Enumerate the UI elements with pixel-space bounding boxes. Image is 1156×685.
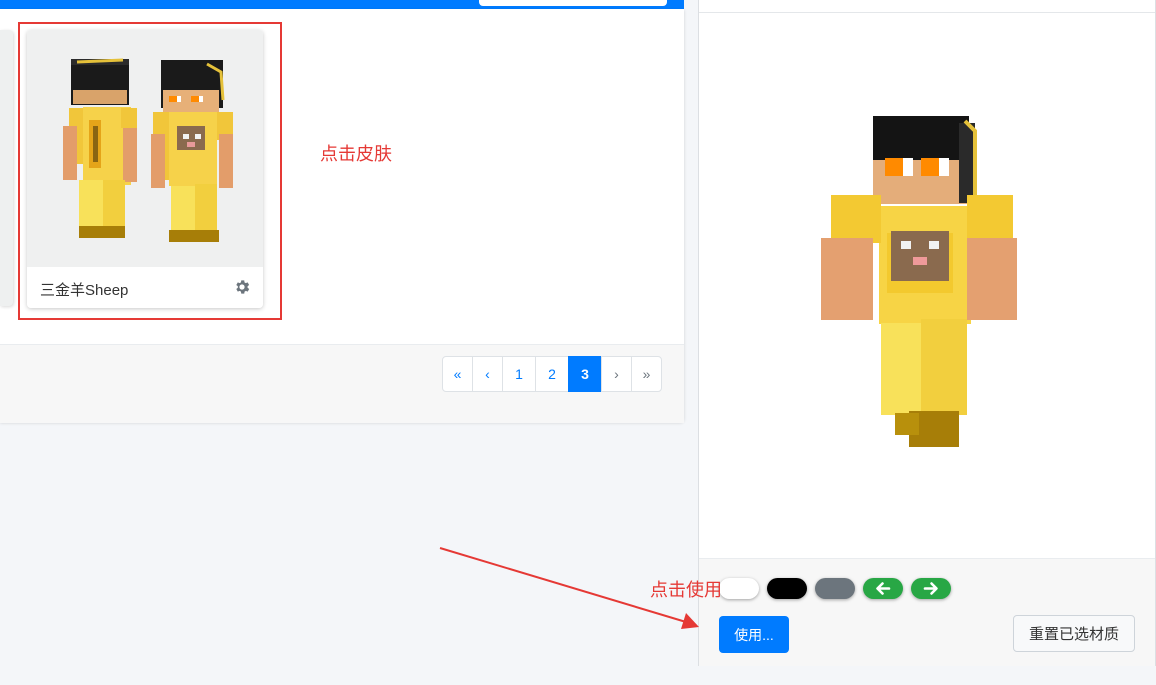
annotation-click-use: 点击使用 bbox=[650, 580, 722, 600]
arrow-right-icon bbox=[923, 582, 938, 595]
annotation-click-skin: 点击皮肤 bbox=[320, 144, 392, 164]
page-last-button[interactable]: » bbox=[631, 356, 662, 392]
arrow-left-icon bbox=[876, 582, 891, 595]
white-background-button[interactable] bbox=[719, 578, 759, 599]
page-3-button[interactable]: 3 bbox=[568, 356, 602, 392]
search-input[interactable] bbox=[479, 0, 667, 6]
skin-preview-panel bbox=[698, 0, 1156, 666]
page-first-button[interactable]: « bbox=[442, 356, 473, 392]
page-next-button[interactable]: › bbox=[601, 356, 632, 392]
page-1-button[interactable]: 1 bbox=[502, 356, 536, 392]
gray-background-button[interactable] bbox=[815, 578, 855, 599]
rotate-left-button[interactable] bbox=[863, 578, 903, 599]
rotate-right-button[interactable] bbox=[911, 578, 951, 599]
page-2-button[interactable]: 2 bbox=[535, 356, 569, 392]
pagination: « ‹ 1 2 3 › » bbox=[442, 356, 662, 392]
page-prev-button[interactable]: ‹ bbox=[472, 356, 503, 392]
reset-selected-textures-button[interactable]: 重置已选材质 bbox=[1013, 615, 1135, 652]
use-button[interactable]: 使用... bbox=[719, 616, 789, 653]
black-background-button[interactable] bbox=[767, 578, 807, 599]
previous-skin-card-edge[interactable] bbox=[0, 30, 13, 306]
3d-skin-viewer[interactable] bbox=[699, 13, 1155, 558]
annotation-highlight-box bbox=[18, 22, 282, 320]
